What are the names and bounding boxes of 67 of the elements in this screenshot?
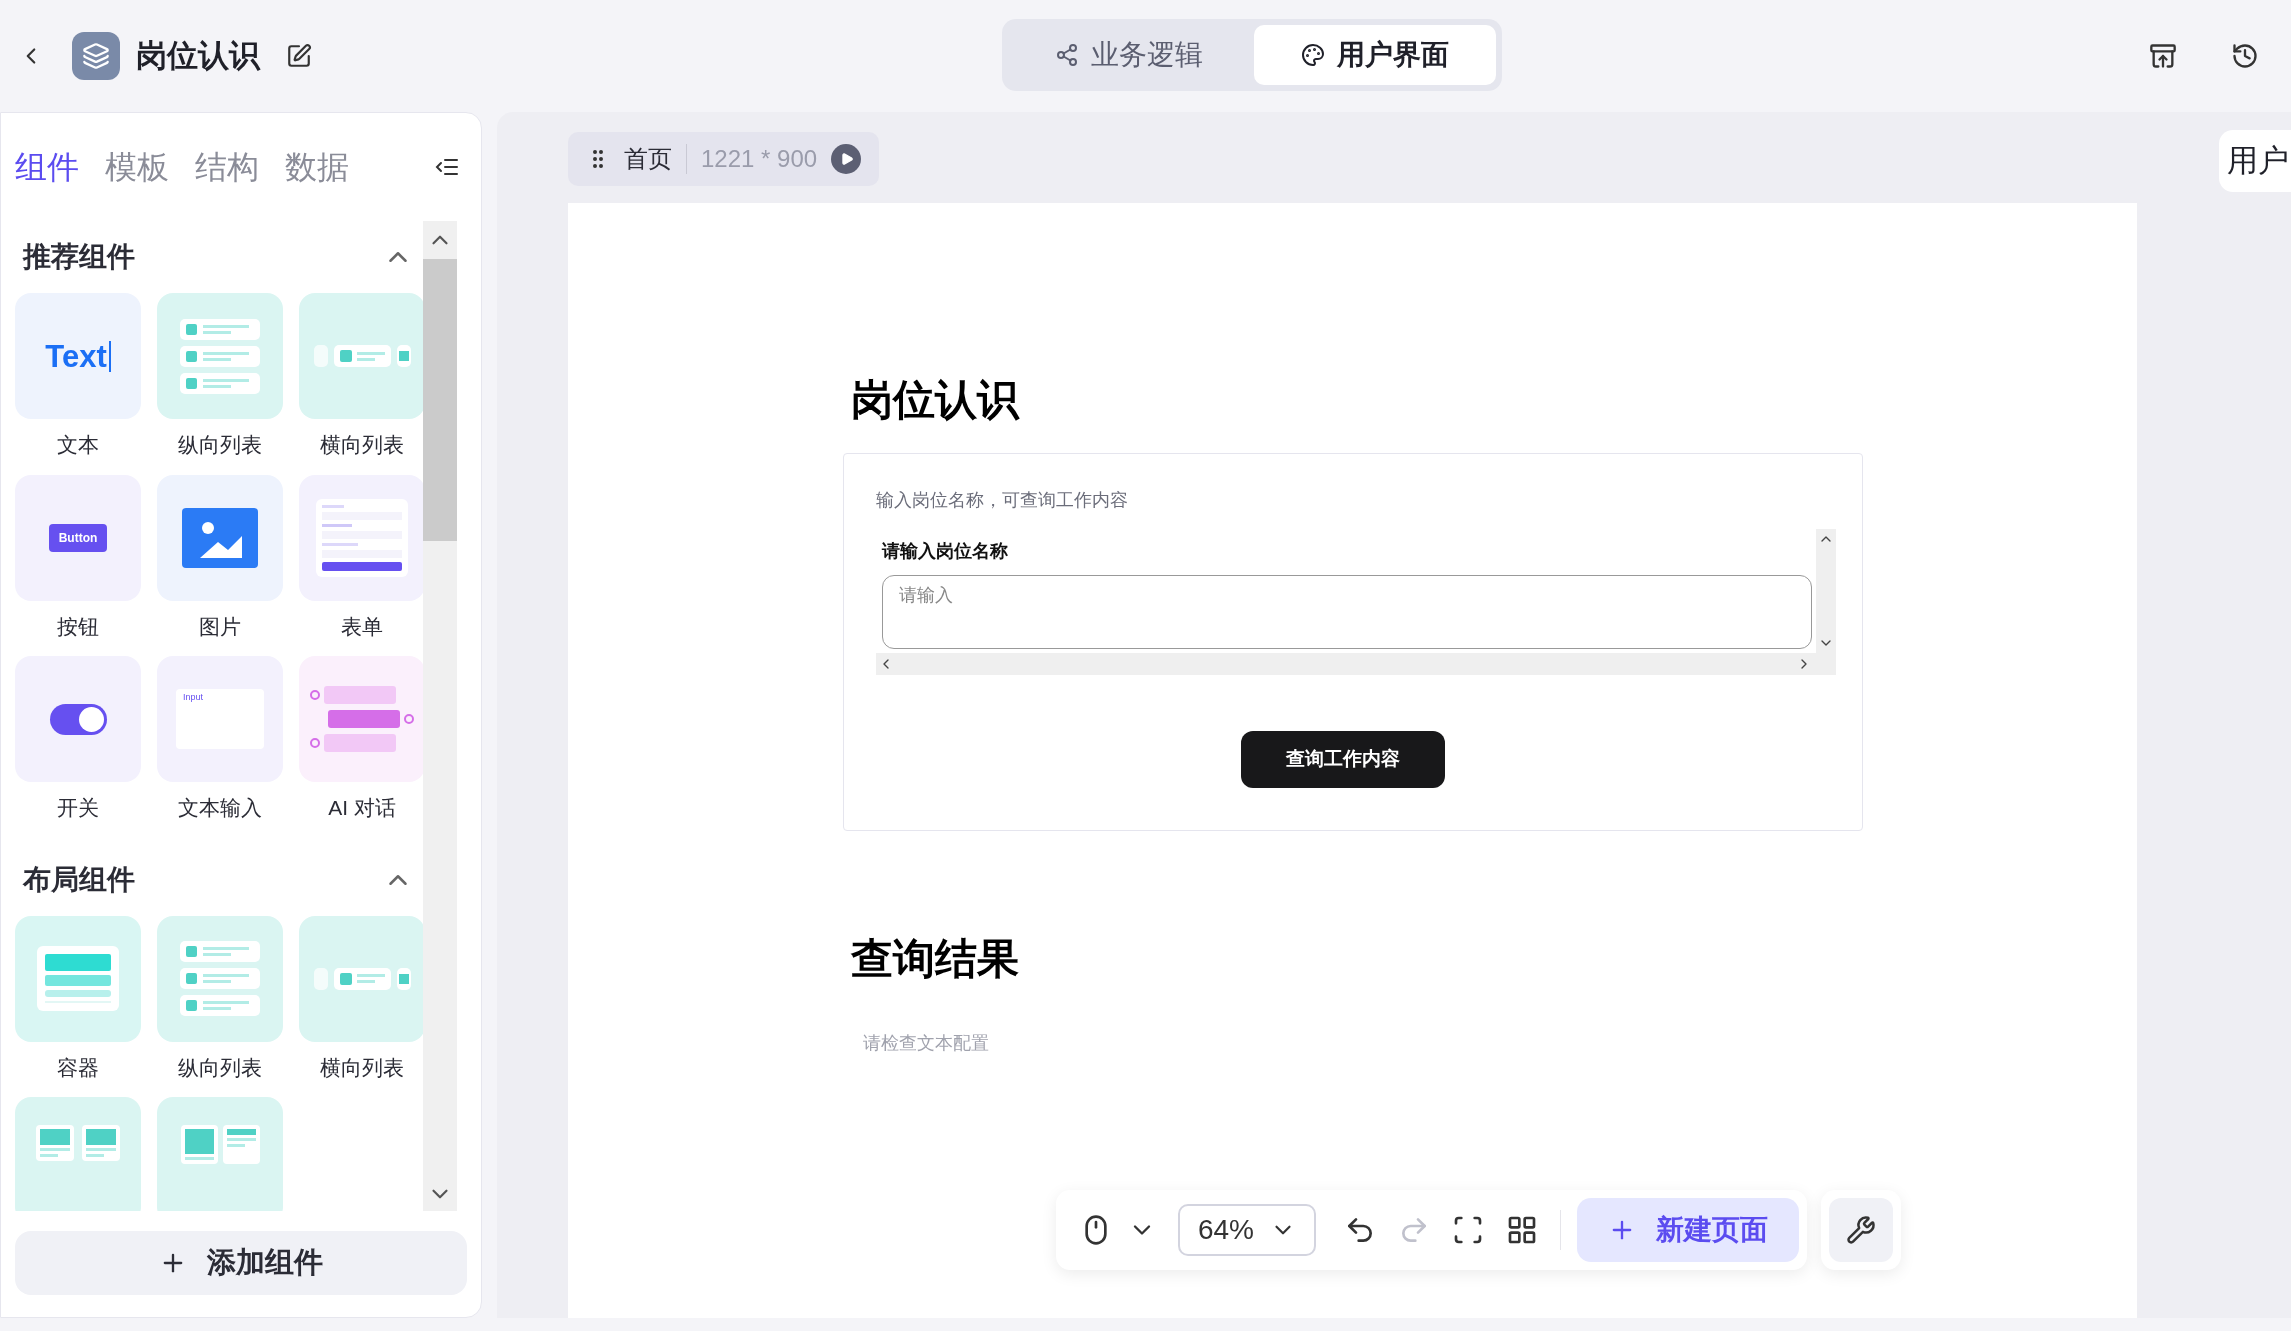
component-label: AI 对话 bbox=[328, 795, 396, 821]
panel-tab[interactable]: 数据 bbox=[285, 143, 349, 191]
query-button[interactable]: 查询工作内容 bbox=[1241, 731, 1445, 788]
component-label: 开关 bbox=[57, 795, 99, 821]
result-text: 请检查文本配置 bbox=[862, 1032, 990, 1055]
component-label: 横向列表 bbox=[320, 1054, 404, 1081]
app-title: 岗位认识 bbox=[136, 36, 260, 75]
preview-text: Text bbox=[45, 340, 111, 372]
mode-tab[interactable]: 业务逻辑 bbox=[1008, 25, 1250, 85]
page-size: 1221 * 900 bbox=[701, 144, 818, 174]
section-title: 布局组件 bbox=[21, 862, 135, 897]
field-label: 请输入岗位名称 bbox=[882, 540, 1009, 563]
component-label: 横向列表 bbox=[320, 432, 404, 458]
switch-component-tile[interactable] bbox=[15, 656, 141, 782]
section-title: 推荐组件 bbox=[21, 240, 135, 274]
vertical-list-tile[interactable] bbox=[157, 293, 283, 419]
toggle-drawing bbox=[49, 703, 107, 735]
page-name[interactable]: 首页 bbox=[624, 141, 672, 177]
edit-icon[interactable] bbox=[286, 43, 312, 69]
side-tab[interactable]: 用户 bbox=[2219, 130, 2291, 192]
scrollbar-thumb[interactable] bbox=[423, 259, 457, 541]
component-label: 纵向列表 bbox=[178, 1054, 262, 1081]
grid-layout-tile[interactable] bbox=[15, 1097, 141, 1211]
component-label: 纵向列表 bbox=[178, 432, 262, 458]
share-nodes-icon bbox=[1055, 43, 1079, 67]
component-label: 图片 bbox=[199, 613, 241, 640]
component-label: 容器 bbox=[57, 1054, 99, 1081]
panel-tab[interactable]: 组件 bbox=[15, 143, 79, 191]
download-box-icon[interactable] bbox=[2149, 42, 2177, 70]
job-name-input[interactable]: 请输入 bbox=[882, 575, 1812, 649]
page-heading: 岗位认识 bbox=[850, 375, 1021, 425]
fit-screen-icon[interactable] bbox=[1452, 1214, 1484, 1246]
palette-icon bbox=[1301, 43, 1325, 67]
preview-input: Input bbox=[176, 689, 264, 749]
zoom-select[interactable]: 64% bbox=[1178, 1204, 1316, 1256]
add-component-button[interactable]: 添加组件 bbox=[15, 1231, 467, 1295]
chat-component-tile[interactable] bbox=[299, 656, 423, 782]
horizontal-list-tile[interactable] bbox=[299, 915, 423, 1042]
collapse-panel-icon[interactable] bbox=[435, 157, 459, 177]
component-label: 文本输入 bbox=[178, 795, 262, 821]
split-layout-tile[interactable] bbox=[157, 1097, 283, 1211]
grid-icon[interactable] bbox=[1506, 1214, 1538, 1246]
history-icon[interactable] bbox=[2231, 42, 2259, 70]
input-component-tile[interactable]: Input bbox=[157, 656, 283, 782]
form-component-tile[interactable] bbox=[299, 474, 423, 601]
card-caption: 输入岗位名称，可查询工作内容 bbox=[876, 489, 1129, 512]
wrench-icon bbox=[1846, 1215, 1876, 1245]
panel-tab[interactable]: 结构 bbox=[195, 143, 259, 191]
play-icon[interactable] bbox=[831, 144, 862, 174]
component-label: 表单 bbox=[341, 613, 383, 640]
mode-tab[interactable]: 用户界面 bbox=[1254, 25, 1496, 85]
text-component-tile[interactable]: Text bbox=[15, 293, 141, 419]
preview-button: Button bbox=[48, 523, 108, 552]
wrench-button[interactable] bbox=[1829, 1198, 1893, 1262]
button-component-tile[interactable]: Button bbox=[15, 474, 141, 601]
horizontal-list-tile[interactable] bbox=[299, 293, 423, 419]
new-page-button[interactable]: 新建页面 bbox=[1577, 1198, 1799, 1262]
vertical-list-tile[interactable] bbox=[157, 915, 283, 1042]
panel-tab[interactable]: 模板 bbox=[105, 143, 169, 191]
image-component-tile[interactable] bbox=[157, 474, 283, 601]
image-icon bbox=[182, 507, 258, 568]
component-label: 按钮 bbox=[57, 613, 99, 640]
scrollbar[interactable] bbox=[423, 221, 457, 1211]
layers-icon bbox=[82, 42, 110, 70]
container-component-tile[interactable] bbox=[15, 915, 141, 1042]
result-heading: 查询结果 bbox=[850, 934, 1020, 984]
component-label: 文本 bbox=[57, 432, 99, 458]
